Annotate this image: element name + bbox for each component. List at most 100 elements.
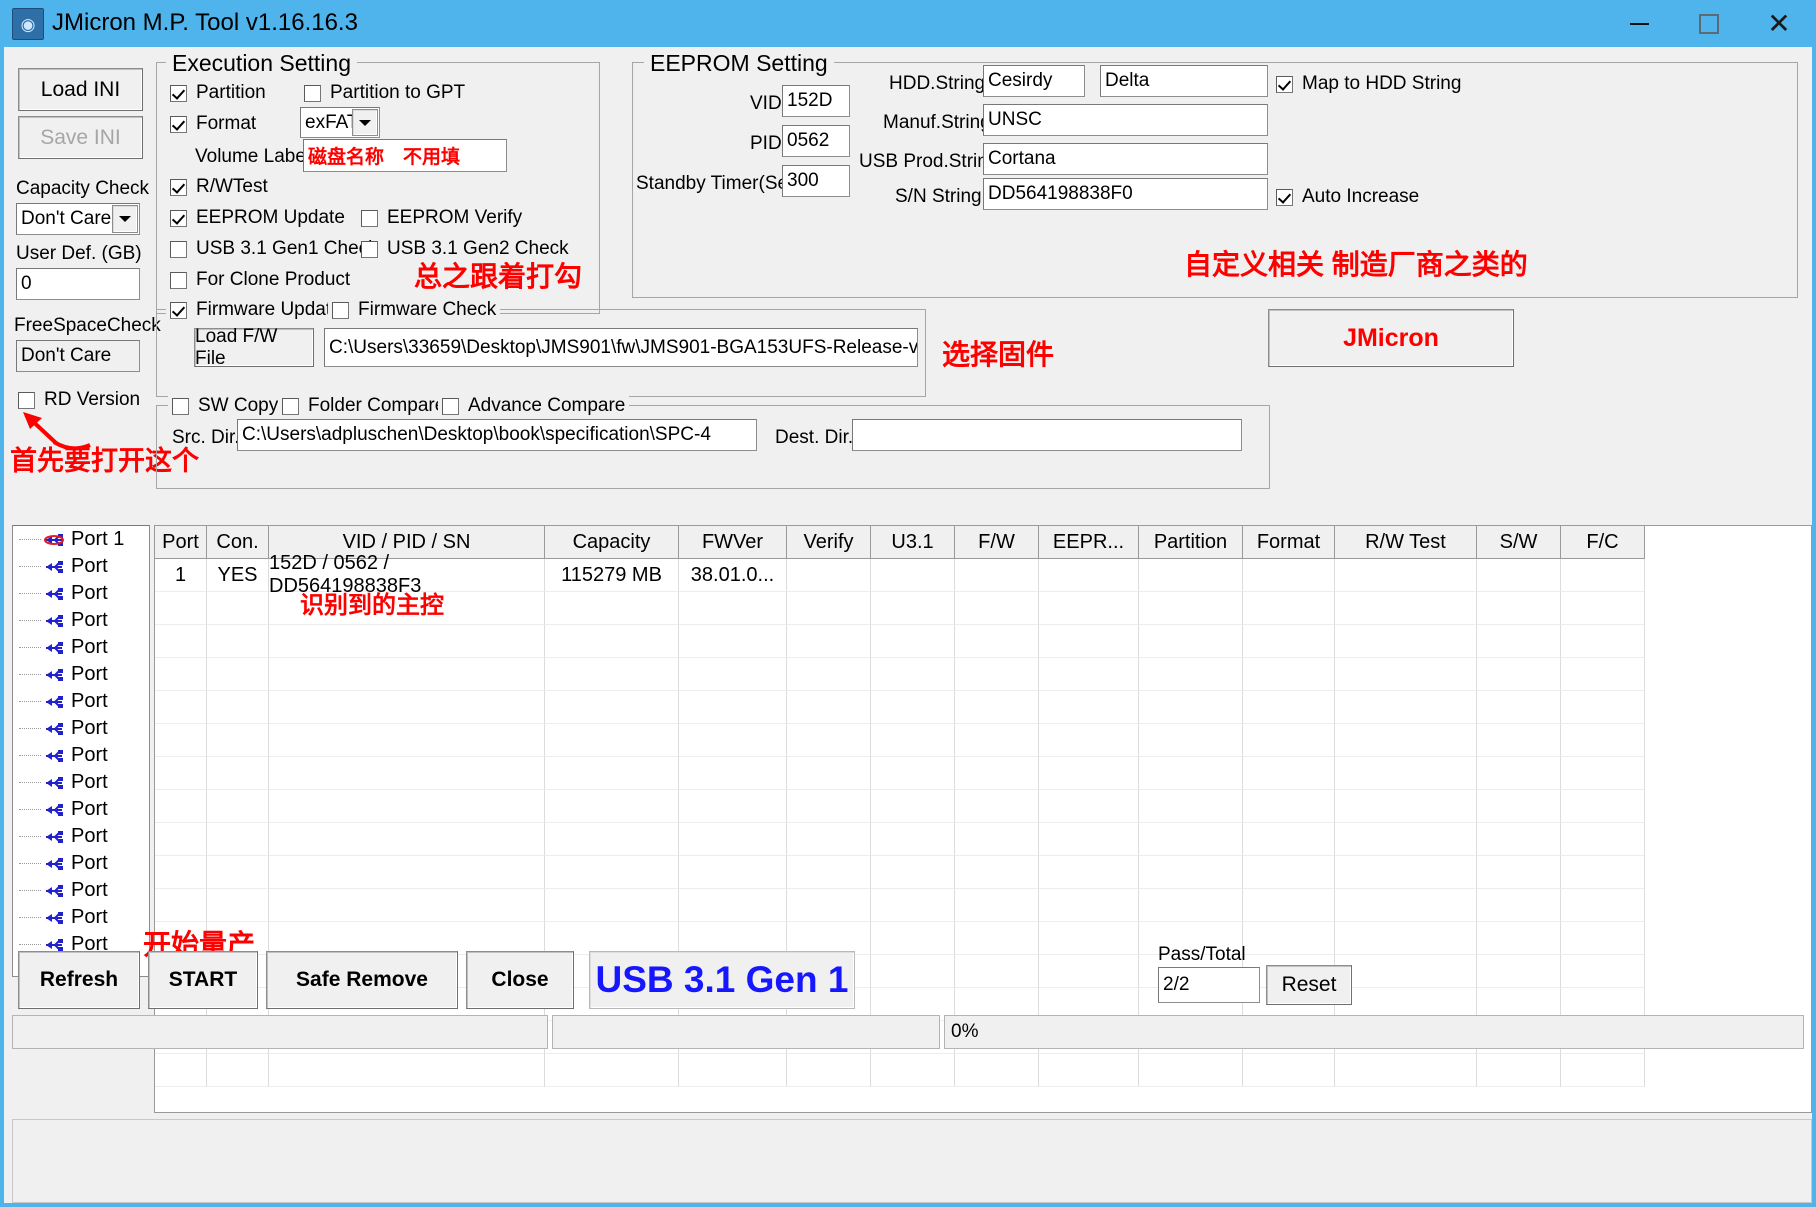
port-tree-item[interactable]: Port 1 (13, 526, 149, 553)
safe-remove-button[interactable]: Safe Remove (266, 951, 458, 1009)
table-column-header[interactable]: Format (1243, 526, 1335, 559)
table-cell-empty (1561, 856, 1645, 889)
partition-label: Partition (196, 82, 266, 104)
manuf-string-input[interactable]: UNSC (983, 104, 1268, 136)
filesystem-select[interactable]: exFAT (300, 107, 380, 138)
reset-button[interactable]: Reset (1266, 965, 1352, 1005)
for-clone-product-checkbox[interactable]: For Clone Product (170, 269, 350, 291)
table-column-header[interactable]: R/W Test (1335, 526, 1477, 559)
port-tree-item-label: Port (71, 771, 108, 794)
port-tree-item[interactable]: Port (13, 553, 149, 580)
usb31-gen1-check-checkbox[interactable]: USB 3.1 Gen1 Check (170, 238, 378, 260)
table-column-header[interactable]: F/W (955, 526, 1039, 559)
port-tree[interactable]: Port 1PortPortPortPortPortPortPortPortPo… (12, 525, 150, 977)
table-column-header[interactable]: Capacity (545, 526, 679, 559)
table-cell-empty (1477, 691, 1561, 724)
table-column-header[interactable]: F/C (1561, 526, 1645, 559)
pid-input[interactable]: 0562 (782, 125, 850, 157)
sn-string-input[interactable]: DD564198838F0 (983, 178, 1268, 210)
table-cell-empty (871, 691, 955, 724)
sw-copy-checkbox[interactable]: SW Copy (168, 395, 282, 417)
port-tree-item-label: Port 1 (71, 528, 124, 551)
table-cell-empty (545, 823, 679, 856)
dest-dir-label: Dest. Dir. (775, 427, 853, 449)
close-button-bottom[interactable]: Close (466, 951, 574, 1009)
table-column-header[interactable]: EEPR... (1039, 526, 1139, 559)
table-cell-empty (1139, 691, 1243, 724)
port-tree-item-label: Port (71, 798, 108, 821)
firmware-update-checkbox[interactable]: Firmware Update (166, 299, 346, 321)
sw-copy-checkbox-box (172, 398, 189, 415)
table-cell-empty (269, 1054, 545, 1087)
port-tree-item[interactable]: Port (13, 634, 149, 661)
load-fw-file-button[interactable]: Load F/W File (194, 328, 314, 367)
advance-compare-checkbox[interactable]: Advance Compare (438, 395, 629, 417)
chevron-down-icon[interactable] (352, 109, 378, 136)
table-column-header[interactable]: Con. (207, 526, 269, 559)
table-column-header[interactable]: FWVer (679, 526, 787, 559)
port-tree-item[interactable]: Port (13, 607, 149, 634)
table-cell (1561, 559, 1645, 592)
table-cell-empty (787, 658, 871, 691)
eeprom-verify-checkbox[interactable]: EEPROM Verify (361, 207, 522, 229)
load-ini-button[interactable]: Load INI (18, 68, 143, 111)
tree-connector (19, 917, 41, 919)
volume-label-caption: Volume Label (195, 146, 310, 168)
port-tree-item[interactable]: Port (13, 850, 149, 877)
src-dir-input[interactable]: C:\Users\adpluschen\Desktop\book\specifi… (237, 419, 757, 451)
vid-input[interactable]: 152D (782, 85, 850, 117)
table-column-header[interactable]: Partition (1139, 526, 1243, 559)
start-button[interactable]: START (148, 951, 258, 1009)
minimize-button[interactable] (1608, 0, 1670, 47)
application-window: ◉ JMicron M.P. Tool v1.16.16.3 ✕ Load IN… (0, 0, 1816, 1207)
auto-increase-checkbox[interactable]: Auto Increase (1276, 186, 1419, 208)
hdd-string-input-2[interactable]: Delta (1100, 65, 1268, 97)
hdd-string-input-1[interactable]: Cesirdy (983, 65, 1085, 97)
table-column-header[interactable]: S/W (1477, 526, 1561, 559)
port-tree-item[interactable]: Port (13, 580, 149, 607)
execution-setting-title: Execution Setting (166, 50, 357, 77)
capacity-check-select[interactable]: Don't Care (16, 203, 140, 235)
port-tree-item[interactable]: Port (13, 742, 149, 769)
table-column-header[interactable]: U3.1 (871, 526, 955, 559)
folder-compare-checkbox[interactable]: Folder Compare (278, 395, 449, 417)
window-title: JMicron M.P. Tool v1.16.16.3 (52, 8, 358, 38)
port-tree-item[interactable]: Port (13, 877, 149, 904)
port-tree-item[interactable]: Port (13, 661, 149, 688)
table-cell-empty (545, 592, 679, 625)
table-cell-empty (1561, 757, 1645, 790)
port-tree-item[interactable]: Port (13, 823, 149, 850)
chevron-down-icon[interactable] (112, 205, 138, 233)
standby-timer-input[interactable]: 300 (782, 165, 850, 197)
table-cell-empty (679, 724, 787, 757)
rw-test-checkbox[interactable]: R/WTest (170, 176, 268, 198)
user-def-input[interactable]: 0 (16, 268, 140, 300)
pass-total-input[interactable]: 2/2 (1158, 967, 1260, 1003)
fw-path-input[interactable]: C:\Users\33659\Desktop\JMS901\fw\JMS901-… (324, 328, 918, 367)
dest-dir-input[interactable] (852, 419, 1242, 451)
annotation-fw-note: 选择固件 (942, 333, 1054, 373)
partition-to-gpt-checkbox[interactable]: Partition to GPT (304, 82, 465, 104)
firmware-check-checkbox[interactable]: Firmware Check (328, 299, 500, 321)
rd-version-checkbox-box (18, 392, 35, 409)
port-tree-item[interactable]: Port (13, 688, 149, 715)
table-column-header[interactable]: Port (155, 526, 207, 559)
refresh-button[interactable]: Refresh (18, 951, 140, 1009)
table-cell-empty (1561, 625, 1645, 658)
partition-checkbox[interactable]: Partition (170, 82, 266, 104)
port-tree-item[interactable]: Port (13, 796, 149, 823)
close-button[interactable]: ✕ (1748, 0, 1810, 47)
port-tree-item[interactable]: Port (13, 904, 149, 931)
maximize-button[interactable] (1678, 0, 1740, 47)
volume-label-input[interactable]: 磁盘名称 不用填 (303, 139, 507, 172)
map-to-hdd-string-checkbox[interactable]: Map to HDD String (1276, 73, 1461, 95)
rd-version-checkbox[interactable]: RD Version (18, 389, 140, 411)
port-tree-item[interactable]: Port (13, 715, 149, 742)
format-checkbox[interactable]: Format (170, 113, 256, 135)
table-column-header[interactable]: Verify (787, 526, 871, 559)
table-cell-empty (545, 856, 679, 889)
eeprom-update-checkbox[interactable]: EEPROM Update (170, 207, 345, 229)
port-tree-item[interactable]: Port (13, 769, 149, 796)
usb-prod-string-input[interactable]: Cortana (983, 143, 1268, 175)
table-row-empty (155, 691, 1811, 724)
